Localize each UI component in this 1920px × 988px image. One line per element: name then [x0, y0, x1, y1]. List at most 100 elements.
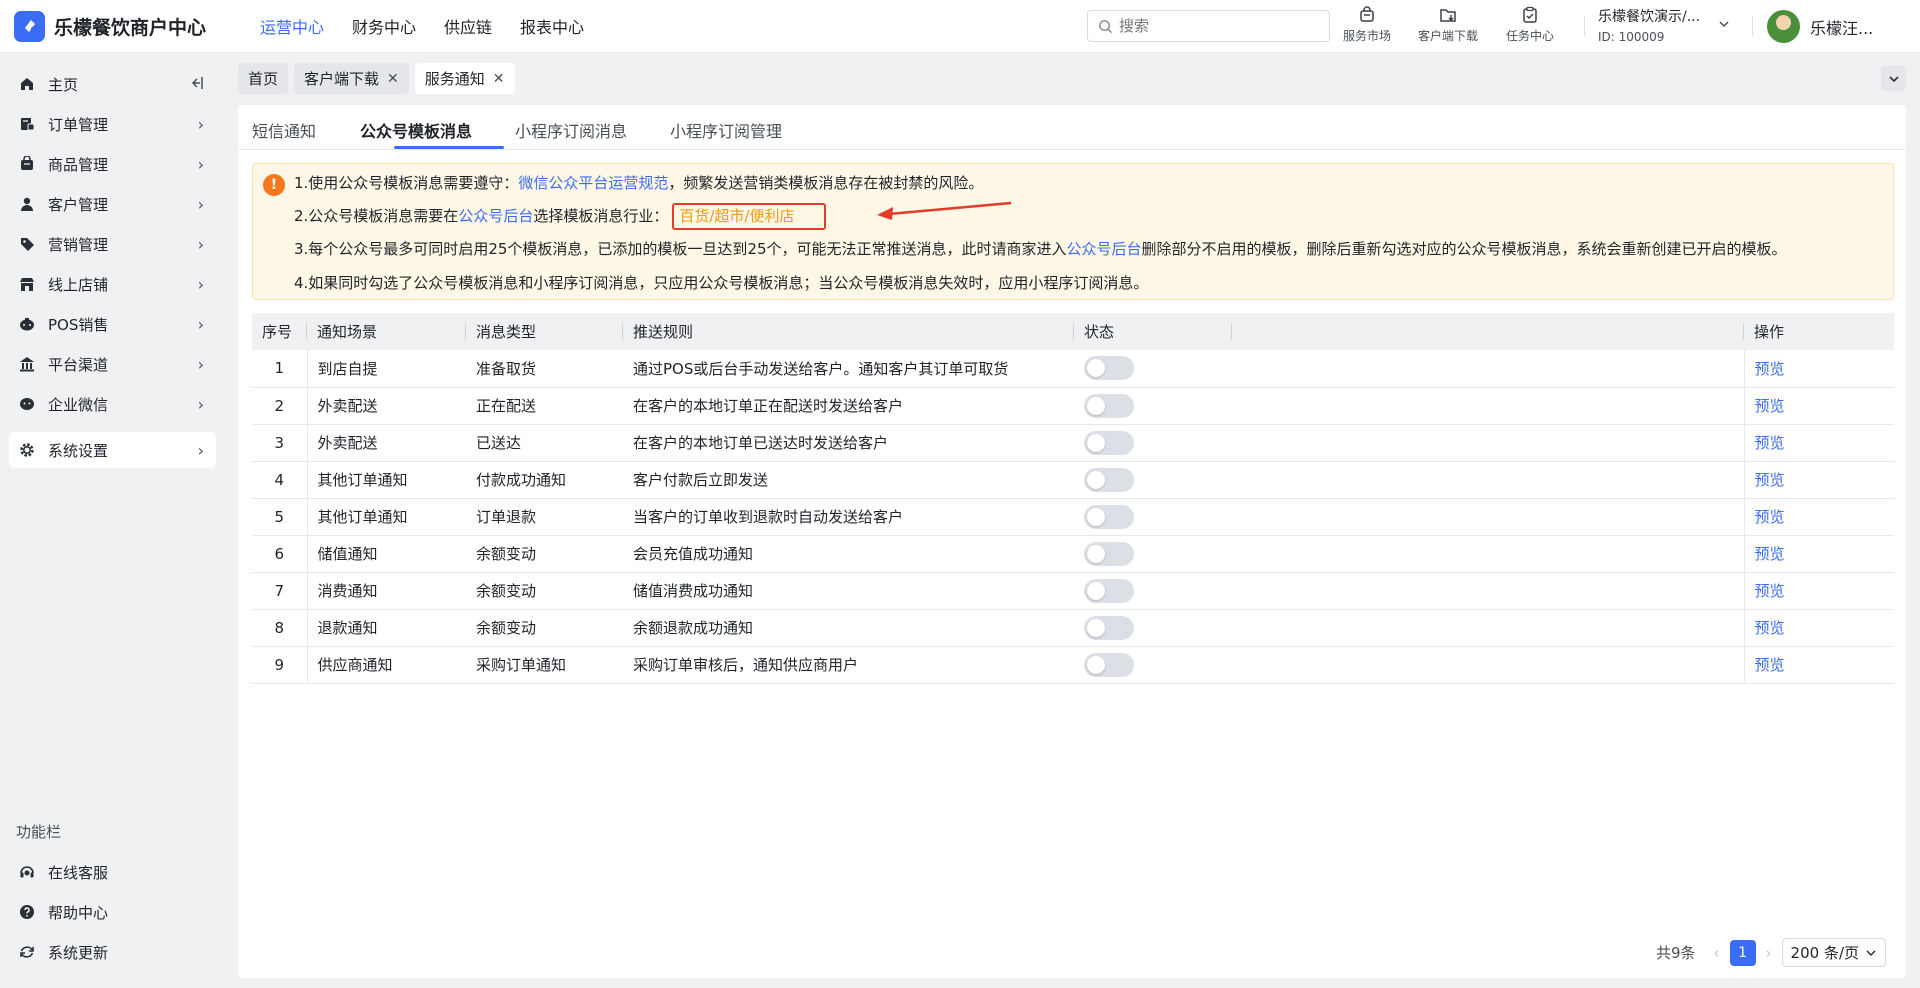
tab-miniprogram-subscribe[interactable]: 小程序订阅消息 — [515, 118, 627, 142]
tab-sms-notice[interactable]: 短信通知 — [252, 118, 316, 142]
user-name: 乐檬汪... — [1810, 18, 1874, 38]
pos-icon — [19, 316, 35, 332]
status-toggle[interactable] — [1084, 504, 1134, 529]
search-input[interactable] — [1119, 17, 1309, 35]
cell-action: 预览 — [1743, 572, 1894, 610]
cell-spacer — [1232, 461, 1744, 499]
status-toggle[interactable] — [1084, 430, 1134, 455]
task-center-button[interactable]: 任务中心 — [1506, 6, 1554, 44]
sidebar-item-label: 系统更新 — [48, 943, 109, 962]
sidebar-item-help[interactable]: 帮助中心 — [9, 894, 216, 930]
status-toggle[interactable] — [1084, 652, 1134, 677]
task-icon — [1523, 6, 1537, 23]
toggle-knob — [1087, 581, 1105, 600]
sidebar-item-wecom[interactable]: 企业微信 › — [9, 386, 216, 422]
cell-type: 余额变动 — [466, 535, 623, 573]
preview-link[interactable]: 预览 — [1755, 656, 1785, 674]
preview-link[interactable]: 预览 — [1755, 545, 1785, 563]
tab-miniprogram-subscribe-manage[interactable]: 小程序订阅管理 — [670, 118, 782, 142]
header-rule: 推送规则 — [623, 313, 1074, 350]
service-market-button[interactable]: 服务市场 — [1343, 6, 1391, 44]
chevron-right-icon: › — [197, 234, 204, 254]
top-nav-finance[interactable]: 财务中心 — [352, 14, 416, 38]
sidebar-item-online-support[interactable]: 在线客服 — [9, 854, 216, 890]
toggle-knob — [1087, 507, 1105, 526]
table-row: 8 退款通知 余额变动 余额退款成功通知 预览 — [252, 609, 1894, 647]
cell-status — [1074, 498, 1232, 536]
account-switcher[interactable]: 乐檬餐饮演示/... ID: 100009 — [1598, 6, 1700, 44]
notice-text: 删除部分不启用的模板，删除后重新勾选对应的公众号模板消息，系统会重新创建已开启的… — [1141, 240, 1787, 258]
client-download-button[interactable]: 客户端下载 — [1418, 6, 1478, 44]
sidebar-item-channels[interactable]: 平台渠道 › — [9, 346, 216, 382]
chevron-down-icon[interactable] — [1718, 18, 1730, 33]
tab-official-account-template[interactable]: 公众号模板消息 — [360, 118, 472, 142]
service-market-label: 服务市场 — [1343, 29, 1392, 43]
cell-scene: 储值通知 — [306, 535, 466, 573]
preview-link[interactable]: 预览 — [1755, 471, 1785, 489]
page-tab-label: 首页 — [248, 70, 279, 88]
brand-logo[interactable]: 乐檬餐饮商户中心 — [14, 10, 230, 42]
avatar[interactable] — [1767, 10, 1800, 43]
customer-icon — [19, 196, 35, 212]
top-nav-operations[interactable]: 运营中心 — [260, 14, 324, 38]
status-toggle[interactable] — [1084, 393, 1134, 418]
sidebar-item-home[interactable]: 主页 — [9, 66, 216, 102]
preview-link[interactable]: 预览 — [1755, 582, 1785, 600]
preview-link[interactable]: 预览 — [1755, 619, 1785, 637]
page-tab-home[interactable]: 首页 — [238, 63, 289, 94]
cell-status — [1074, 350, 1232, 388]
chevron-right-icon: › — [197, 274, 204, 294]
notice-text: 2.公众号模板消息需要在 — [294, 207, 459, 225]
sidebar-item-goods[interactable]: 商品管理 › — [9, 146, 216, 182]
top-nav-supply-chain[interactable]: 供应链 — [444, 14, 492, 38]
account-id: ID: 100009 — [1598, 30, 1665, 44]
next-page-icon[interactable]: › — [1766, 944, 1772, 962]
notice-line-3: 3.每个公众号最多可同时启用25个模板消息，已添加的模板一旦达到25个，可能无法… — [294, 238, 1787, 259]
status-toggle[interactable] — [1084, 578, 1134, 603]
wechat-icon — [19, 396, 35, 412]
official-account-backend-link[interactable]: 公众号后台 — [1067, 240, 1142, 258]
top-nav-reports[interactable]: 报表中心 — [520, 14, 584, 38]
official-account-backend-link[interactable]: 公众号后台 — [458, 207, 533, 225]
page-number-button[interactable]: 1 — [1729, 939, 1756, 966]
sidebar-item-system-update[interactable]: 系统更新 — [9, 934, 216, 970]
cell-spacer — [1232, 424, 1744, 462]
preview-link[interactable]: 预览 — [1755, 434, 1785, 452]
toggle-knob — [1087, 433, 1105, 452]
status-toggle[interactable] — [1084, 356, 1134, 381]
sidebar-item-online-shop[interactable]: 线上店铺 › — [9, 266, 216, 302]
wechat-rules-link[interactable]: 微信公众平台运营规范 — [518, 174, 668, 192]
cell-spacer — [1232, 498, 1744, 536]
cell-action: 预览 — [1743, 646, 1894, 684]
cell-scene: 到店自提 — [306, 350, 466, 388]
search-box[interactable] — [1087, 10, 1330, 42]
sidebar: 主页 订单管理 › 商品管理 › 客户管理 › 营销管理 › 线上店铺 › PO… — [0, 53, 224, 988]
status-toggle[interactable] — [1084, 467, 1134, 492]
preview-link[interactable]: 预览 — [1755, 397, 1785, 415]
cell-status — [1074, 535, 1232, 573]
status-toggle[interactable] — [1084, 615, 1134, 640]
close-icon[interactable]: ✕ — [493, 71, 505, 87]
page-size-select[interactable]: 200 条/页 — [1781, 938, 1886, 967]
chevron-right-icon: › — [197, 440, 204, 460]
status-toggle[interactable] — [1084, 541, 1134, 566]
sidebar-item-marketing[interactable]: 营销管理 › — [9, 226, 216, 262]
close-icon[interactable]: ✕ — [387, 71, 399, 87]
page-tab-client-download[interactable]: 客户端下载 ✕ — [294, 63, 409, 94]
collapse-sidebar-icon[interactable] — [188, 75, 204, 94]
sidebar-item-customers[interactable]: 客户管理 › — [9, 186, 216, 222]
sidebar-item-orders[interactable]: 订单管理 › — [9, 106, 216, 142]
preview-link[interactable]: 预览 — [1755, 360, 1785, 378]
user-menu[interactable]: 乐檬汪... — [1767, 10, 1873, 43]
sidebar-item-pos[interactable]: POS销售 › — [9, 306, 216, 342]
chevron-down-icon — [1866, 949, 1876, 956]
sidebar-item-settings[interactable]: 系统设置 › — [9, 432, 216, 468]
prev-page-icon[interactable]: ‹ — [1714, 944, 1720, 962]
tabs-dropdown-button[interactable] — [1881, 66, 1906, 91]
help-icon — [19, 904, 35, 920]
cell-action: 预览 — [1743, 535, 1894, 573]
account-name: 乐檬餐饮演示/... — [1598, 9, 1701, 25]
page-tab-service-notice[interactable]: 服务通知 ✕ — [414, 63, 515, 94]
tag-icon — [19, 236, 35, 252]
preview-link[interactable]: 预览 — [1755, 508, 1785, 526]
